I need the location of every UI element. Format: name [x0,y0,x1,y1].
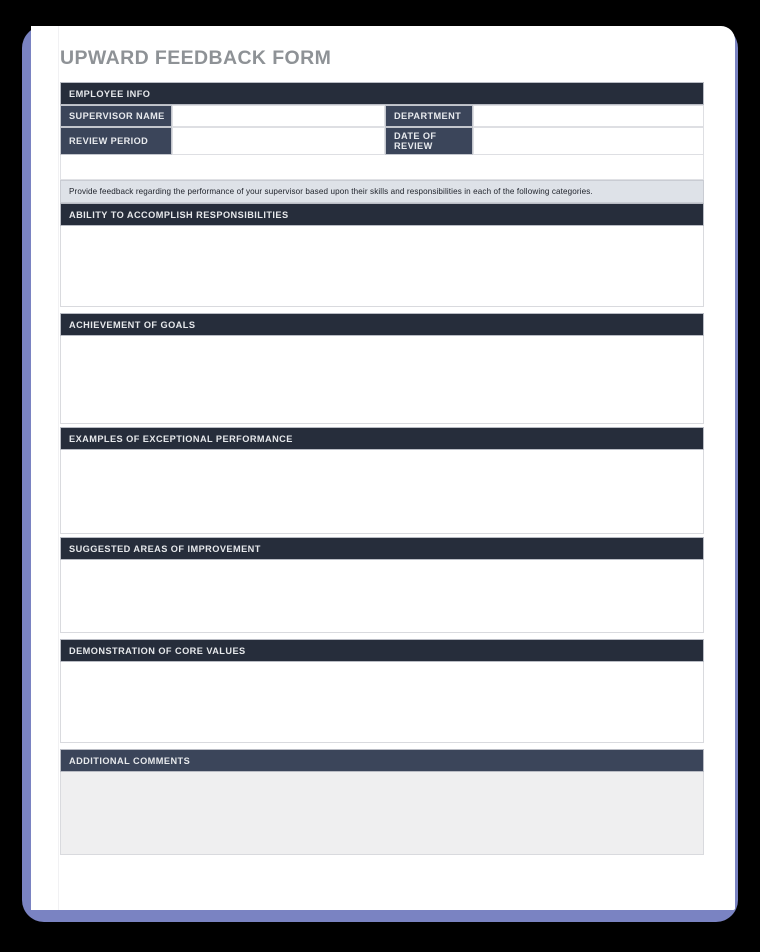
table-row: SUPERVISOR NAME DEPARTMENT [60,105,704,128]
field-label-date-of-review: DATE OF REVIEW [385,127,473,156]
field-value-review-period[interactable] [172,127,385,156]
response-field-demonstration-of-core-values[interactable] [60,662,704,744]
document-body: UPWARD FEEDBACK FORM EMPLOYEE INFO SUPER… [60,26,704,856]
page-margin-rule [58,26,59,910]
response-field-suggested-areas-of-improvement[interactable] [60,560,704,634]
section-header-employee-info: EMPLOYEE INFO [60,82,704,106]
section-header-ability-to-accomplish-responsibilities: ABILITY TO ACCOMPLISH RESPONSIBILITIES [60,203,704,227]
section-header-additional-comments: ADDITIONAL COMMENTS [60,749,704,773]
response-field-examples-of-exceptional-performance[interactable] [60,450,704,535]
section-header-examples-of-exceptional-performance: EXAMPLES OF EXCEPTIONAL PERFORMANCE [60,427,704,451]
page-title: UPWARD FEEDBACK FORM [60,47,332,69]
field-label-supervisor-name: SUPERVISOR NAME [60,105,172,128]
table-spacer-row [60,155,704,181]
field-value-department[interactable] [473,105,704,128]
instruction-text: Provide feedback regarding the performan… [60,180,704,204]
response-field-ability-to-accomplish-responsibilities[interactable] [60,226,704,308]
field-label-department: DEPARTMENT [385,105,473,128]
section-header-demonstration-of-core-values: DEMONSTRATION OF CORE VALUES [60,639,704,663]
document-page: UPWARD FEEDBACK FORM EMPLOYEE INFO SUPER… [31,26,735,910]
section-header-achievement-of-goals: ACHIEVEMENT OF GOALS [60,313,704,337]
response-field-achievement-of-goals[interactable] [60,336,704,425]
field-label-review-period: REVIEW PERIOD [60,127,172,156]
table-row: REVIEW PERIOD DATE OF REVIEW [60,127,704,156]
field-value-supervisor-name[interactable] [172,105,385,128]
section-header-suggested-areas-of-improvement: SUGGESTED AREAS OF IMPROVEMENT [60,537,704,561]
response-field-additional-comments[interactable] [60,772,704,856]
field-value-date-of-review[interactable] [473,127,704,156]
screenshot-canvas: UPWARD FEEDBACK FORM EMPLOYEE INFO SUPER… [0,0,760,952]
